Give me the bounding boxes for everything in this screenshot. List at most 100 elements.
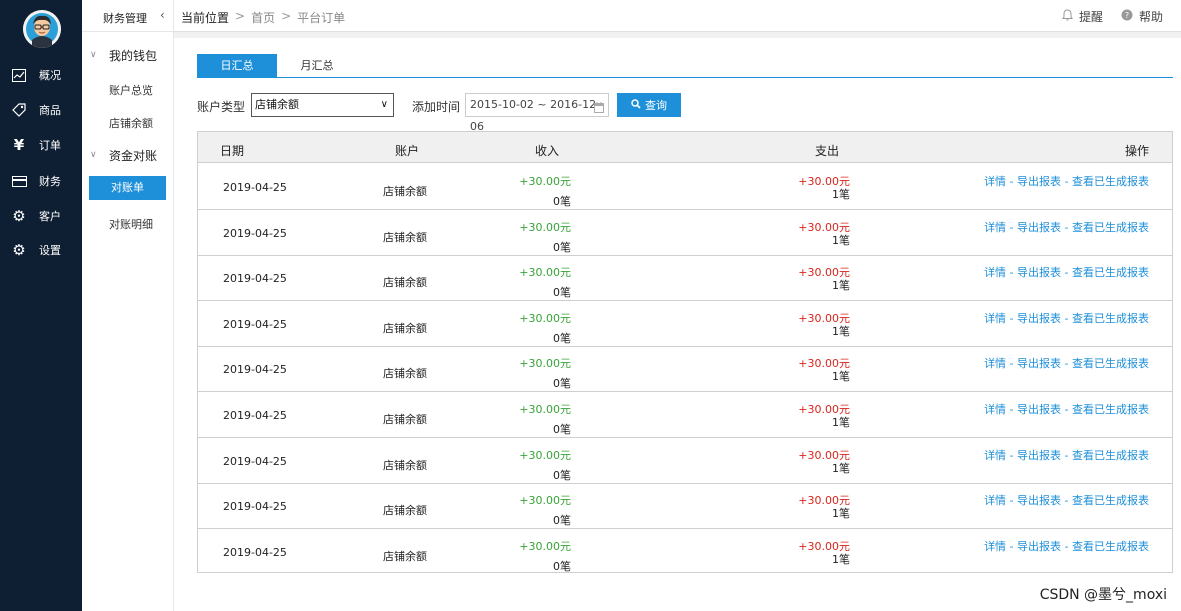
chevron-down-icon: ∨ xyxy=(90,50,97,60)
row-action-links[interactable]: 详情 - 导出报表 - 查看已生成报表 xyxy=(984,310,1149,326)
cell-income-amount: +30.00元 xyxy=(519,220,571,234)
sidebar-item-account-overview[interactable]: 账户总览 xyxy=(109,82,169,98)
table-row: 2019-04-25 店铺余额 +30.00元 0笔 +30.00元 1笔 详情 - 导出报… xyxy=(198,346,1172,393)
table-row: 2019-04-25 店铺余额 +30.00元 0笔 +30.00元 1笔 详情 - 导出报… xyxy=(198,392,1172,438)
collapse-chevron-icon[interactable]: ‹ xyxy=(160,8,165,22)
cell-account: 店铺余额 xyxy=(383,413,427,426)
row-action-links[interactable]: 详情 - 导出报表 - 查看已生成报表 xyxy=(984,401,1149,417)
row-action-links[interactable]: 详情 - 导出报表 - 查看已生成报表 xyxy=(984,492,1149,508)
cell-expense-count: 1笔 xyxy=(832,233,850,247)
search-icon xyxy=(631,98,641,112)
cell-expense-count: 1笔 xyxy=(832,370,850,384)
avatar[interactable] xyxy=(23,10,61,48)
summary-tabs: 日汇总 月汇总 xyxy=(197,54,1173,78)
cell-expense-count: 1笔 xyxy=(832,461,850,475)
nav-item-settings[interactable]: ⚙ 设置 xyxy=(0,235,82,265)
row-action-links[interactable]: 详情 - 导出报表 - 查看已生成报表 xyxy=(984,173,1149,189)
breadcrumb-home[interactable]: 首页 xyxy=(251,9,275,26)
row-action-links[interactable]: 详情 - 导出报表 - 查看已生成报表 xyxy=(984,219,1149,235)
cell-account: 店铺余额 xyxy=(383,230,427,244)
cell-date: 2019-04-25 xyxy=(223,545,287,559)
cell-expense-count: 1笔 xyxy=(832,507,850,521)
cell-date: 2019-04-25 xyxy=(223,363,287,377)
group-label: 资金对账 xyxy=(109,148,158,163)
sidebar-item-statement[interactable]: 对账单 xyxy=(89,176,166,200)
breadcrumb: 当前位置 > 首页 > 平台订单 xyxy=(181,9,345,26)
date-range-value: 2015-10-02 ~ 2016-12-06 xyxy=(470,98,601,133)
cell-expense-count: 1笔 xyxy=(832,188,850,201)
cell-expense-count: 1笔 xyxy=(832,279,850,293)
cell-income-count: 0笔 xyxy=(553,423,571,436)
finance-sidebar: 财务管理 ‹ ∨ 我的钱包 账户总览 店铺余额 ∨ 资金对账 对账单 对账明细 xyxy=(82,0,174,611)
cell-date: 2019-04-25 xyxy=(223,500,287,514)
chevron-down-icon: ∨ xyxy=(90,150,97,160)
cell-income-count: 0笔 xyxy=(553,240,571,254)
bell-icon xyxy=(1062,9,1073,24)
nav-item-customers[interactable]: ⚙ 客户 xyxy=(0,201,82,231)
table-row: 2019-04-25 店铺余额 +30.00元 0笔 +30.00元 1笔 详情 - 导出报… xyxy=(198,438,1172,484)
nav-item-finance[interactable]: 财务 xyxy=(0,166,82,196)
nav-label: 商品 xyxy=(39,104,61,117)
sidebar-group-reconciliation[interactable]: ∨ 资金对账 xyxy=(90,146,157,164)
gear-icon: ⚙ xyxy=(12,241,26,259)
nav-label: 客户 xyxy=(39,210,61,223)
cell-income-amount: +30.00元 xyxy=(519,539,571,553)
yen-icon: ¥ xyxy=(13,136,25,154)
date-range-input[interactable]: 2015-10-02 ~ 2016-12-06 xyxy=(465,93,609,133)
cell-expense-count: 1笔 xyxy=(832,552,850,566)
top-bar: 当前位置 > 首页 > 平台订单 提醒 ? 帮助 xyxy=(174,0,1181,32)
breadcrumb-separator: > xyxy=(281,9,292,23)
nav-label: 订单 xyxy=(39,139,61,152)
row-action-links[interactable]: 详情 - 导出报表 - 查看已生成报表 xyxy=(984,538,1149,554)
cell-account: 店铺余额 xyxy=(383,185,427,198)
cell-expense-count: 1笔 xyxy=(832,324,850,338)
table-row: 2019-04-25 店铺余额 +30.00元 0笔 +30.00元 1笔 详情 - 导出报… xyxy=(198,255,1172,302)
cell-date: 2019-04-25 xyxy=(223,317,287,331)
breadcrumb-current: 平台订单 xyxy=(297,11,346,25)
help-button[interactable]: ? 帮助 xyxy=(1121,8,1163,25)
cell-date: 2019-04-25 xyxy=(223,272,287,286)
chevron-down-icon: ∨ xyxy=(380,99,388,110)
cell-date: 2019-04-25 xyxy=(223,181,287,194)
row-action-links[interactable]: 详情 - 导出报表 - 查看已生成报表 xyxy=(984,355,1149,371)
breadcrumb-separator: > xyxy=(235,9,246,23)
topbar-divider xyxy=(174,32,1181,38)
cell-income-amount: +30.00元 xyxy=(519,403,571,416)
query-button[interactable]: 查询 xyxy=(617,93,681,117)
cell-account: 店铺余额 xyxy=(383,276,427,290)
main-nav: 概况 商品 ¥ 订单 财务 ⚙ 客户 ⚙ 设置 xyxy=(0,0,82,611)
cell-account: 店铺余额 xyxy=(383,549,427,563)
cell-date: 2019-04-25 xyxy=(223,226,287,240)
remind-button[interactable]: 提醒 xyxy=(1062,8,1103,25)
query-label: 查询 xyxy=(645,99,667,112)
nav-item-orders[interactable]: ¥ 订单 xyxy=(0,130,82,160)
account-type-select[interactable]: 店铺余额 ∨ xyxy=(251,93,394,117)
nav-label: 财务 xyxy=(39,175,61,188)
tab-daily-summary[interactable]: 日汇总 xyxy=(197,54,277,78)
header-date: 日期 xyxy=(220,144,245,158)
row-action-links[interactable]: 详情 - 导出报表 - 查看已生成报表 xyxy=(984,264,1149,280)
nav-item-products[interactable]: 商品 xyxy=(0,95,82,125)
cell-income-count: 0笔 xyxy=(553,514,571,528)
cell-date: 2019-04-25 xyxy=(223,454,287,468)
table-row: 2019-04-25 店铺余额 +30.00元 0笔 +30.00元 1笔 详情 - 导出报… xyxy=(198,301,1172,347)
credit-card-icon xyxy=(11,173,27,189)
cell-income-count: 0笔 xyxy=(553,286,571,300)
account-type-label: 账户类型 xyxy=(197,100,246,114)
row-action-links[interactable]: 详情 - 导出报表 - 查看已生成报表 xyxy=(984,447,1149,463)
sidebar-group-wallet[interactable]: ∨ 我的钱包 xyxy=(90,46,157,64)
nav-item-overview[interactable]: 概况 xyxy=(0,60,82,90)
sidebar-item-statement-detail[interactable]: 对账明细 xyxy=(109,216,169,232)
header-income: 收入 xyxy=(535,144,560,158)
cell-income-amount: +30.00元 xyxy=(519,311,571,325)
table-row: 2019-04-25 店铺余额 +30.00元 0笔 +30.00元 1笔 详情 - 导出报… xyxy=(198,529,1172,575)
tab-monthly-summary[interactable]: 月汇总 xyxy=(277,54,357,78)
sidebar-item-store-balance[interactable]: 店铺余额 xyxy=(109,115,169,131)
header-expense: 支出 xyxy=(815,144,840,158)
sidebar-title: 财务管理 xyxy=(103,12,147,25)
table-row: 2019-04-25 店铺余额 +30.00元 0笔 +30.00元 1笔 详情 - 导出报… xyxy=(198,164,1172,210)
account-type-value: 店铺余额 xyxy=(255,98,299,111)
cell-income-count: 0笔 xyxy=(553,559,571,573)
chart-line-icon xyxy=(11,67,27,83)
svg-text:?: ? xyxy=(1125,11,1129,20)
